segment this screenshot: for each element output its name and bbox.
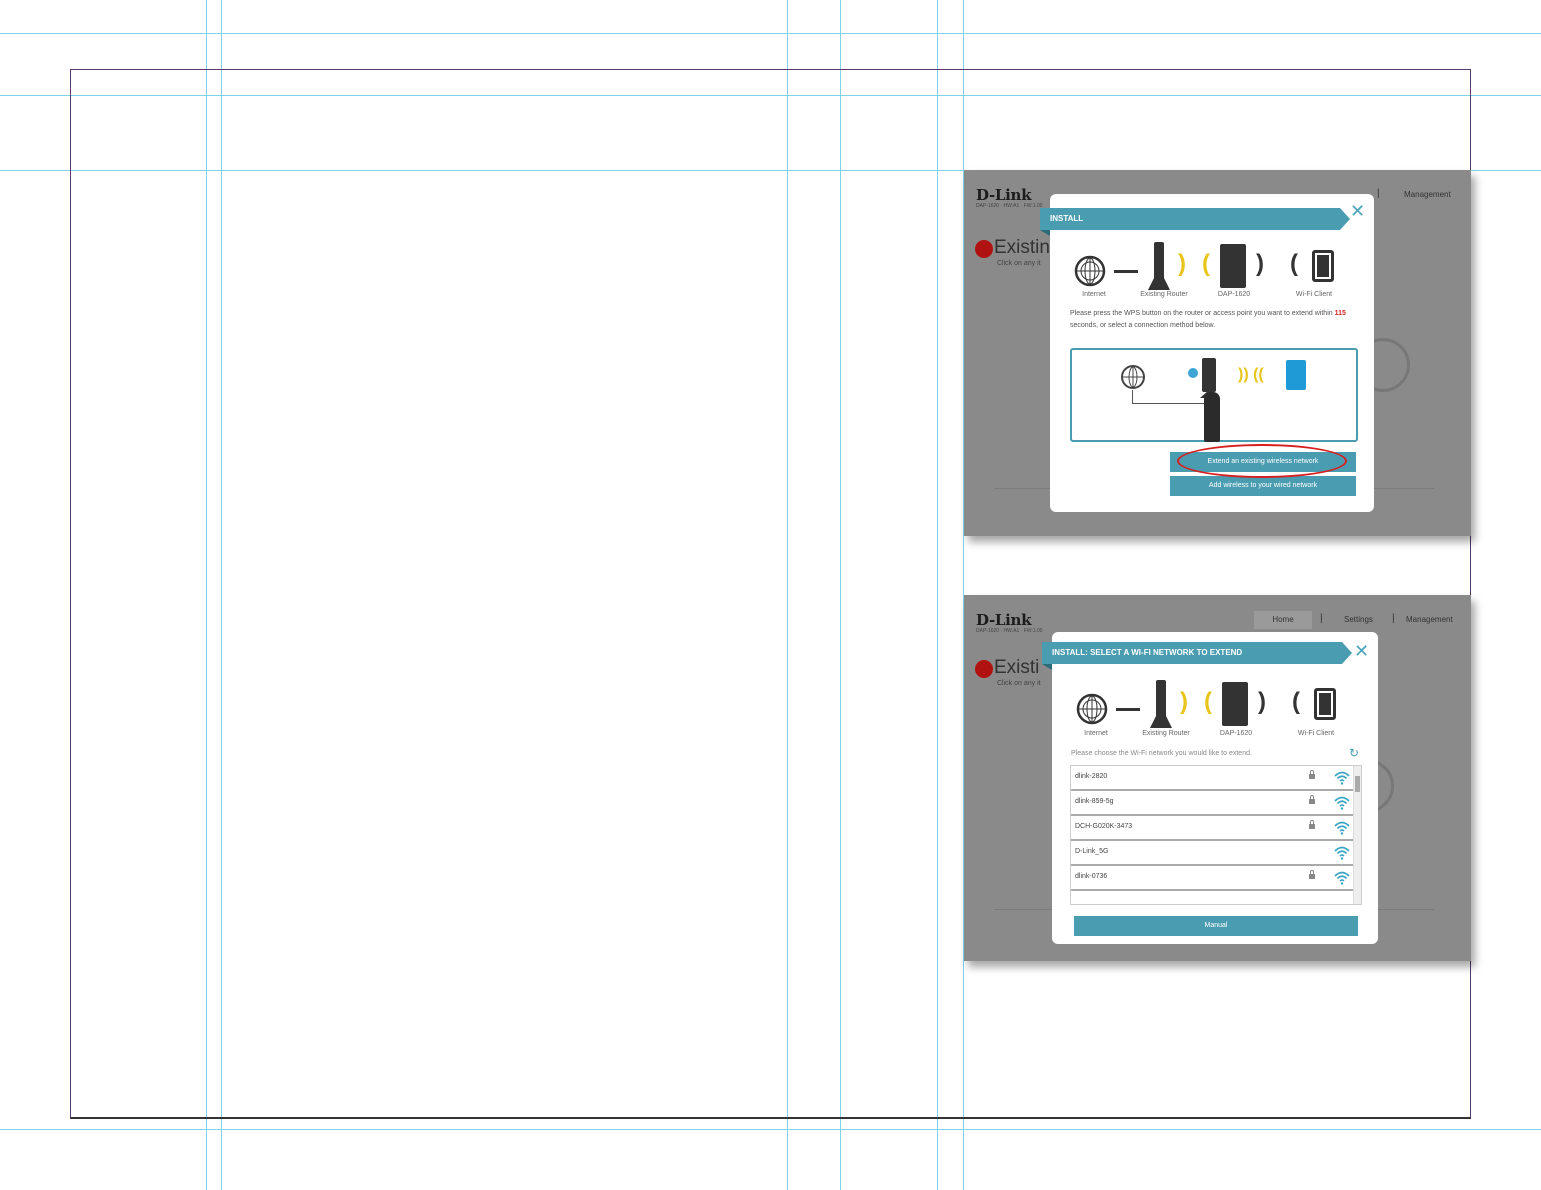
brand-logo: D-Link [976, 611, 1032, 629]
instruction-text: Please press the WPS button on the route… [1070, 310, 1335, 317]
network-name: DCH-G020K-3473 [1075, 823, 1133, 830]
hand-icon [1204, 392, 1220, 442]
diagram-label-extender: DAP-1620 [1217, 291, 1251, 298]
diagram-label-client: Wi-Fi Client [1297, 730, 1335, 737]
refresh-icon[interactable]: ↻ [1349, 746, 1359, 760]
screenshot-install: D-Link DAP-1620 · HW:A1 · FW:1.00 | Mana… [964, 170, 1471, 536]
diagram-label-internet: Internet [1084, 730, 1108, 737]
guide-line [0, 1129, 1541, 1130]
network-row[interactable]: dlink-2820 [1071, 766, 1361, 791]
diagram-label-router: Existing Router [1140, 291, 1188, 298]
bg-heading: Existi [994, 657, 1040, 678]
scrollbar[interactable] [1353, 766, 1361, 904]
wifi-signal-icon [1334, 870, 1350, 886]
brand-logo: D-Link [976, 186, 1032, 204]
router-icon [1150, 680, 1172, 728]
countdown-timer: 115 [1334, 310, 1346, 317]
wifi-signal-icon [1334, 770, 1350, 786]
wifi-signal-icon [1334, 845, 1350, 861]
bg-subtitle: Click on any it [997, 680, 1041, 687]
scroll-thumb[interactable] [1355, 776, 1360, 792]
extender-icon [1286, 360, 1306, 390]
signal-wave-icon: ( [1204, 688, 1212, 715]
manual-button[interactable]: Manual [1074, 916, 1358, 936]
status-dot [975, 240, 993, 258]
signal-wave-icon: ) [1178, 250, 1186, 277]
lock-icon [1309, 770, 1315, 779]
network-name: dlink-0736 [1075, 873, 1108, 880]
extender-icon [1222, 682, 1248, 726]
tablet-icon [1312, 250, 1334, 282]
bg-heading: Existin [994, 237, 1050, 258]
modal-title: INSTALL: SELECT A WI-FI NETWORK TO EXTEN… [1042, 642, 1352, 664]
network-row[interactable]: D-Link_5G [1071, 841, 1361, 866]
choose-network-text: Please choose the Wi-Fi network you woul… [1071, 750, 1252, 757]
signal-wave-icon: ) [1258, 688, 1266, 715]
extender-icon [1220, 244, 1246, 288]
diagram-label-router: Existing Router [1142, 730, 1190, 737]
screenshot-select-network: D-Link DAP-1620 · HW:A1 · FW:1.00 Home |… [964, 595, 1471, 961]
nav-management[interactable]: Management [1406, 615, 1453, 624]
modal-title: INSTALL [1040, 208, 1350, 230]
guide-line [0, 33, 1541, 34]
nav-settings[interactable]: Settings [1344, 615, 1373, 624]
wps-instructions: Please press the WPS button on the route… [1070, 308, 1356, 332]
network-name: dlink-2820 [1075, 773, 1108, 780]
network-row[interactable]: dlink-859-5g [1071, 791, 1361, 816]
nav-home[interactable]: Home [1254, 611, 1312, 629]
network-name: dlink-859-5g [1075, 798, 1114, 805]
router-icon [1202, 358, 1216, 392]
brand-subtitle: DAP-1620 · HW:A1 · FW:1.00 [976, 203, 1043, 209]
tablet-icon [1314, 688, 1336, 720]
signal-wave-icon: ) [1256, 250, 1264, 277]
cable-line [1132, 390, 1206, 404]
globe-icon [1121, 365, 1145, 389]
close-icon[interactable]: ✕ [1354, 642, 1369, 660]
manual-page: D-Link DAP-1620 · HW:A1 · FW:1.00 | Mana… [0, 0, 1541, 1190]
wps-illustration: )) (( [1070, 348, 1358, 442]
router-icon [1148, 242, 1170, 290]
bg-subtitle: Click on any it [997, 260, 1041, 267]
wifi-signal-icon [1334, 820, 1350, 836]
signal-wave-icon: ( [1290, 250, 1298, 277]
close-icon[interactable]: ✕ [1350, 202, 1365, 220]
nav-separator: | [1377, 188, 1380, 199]
diagram-label-extender: DAP-1620 [1219, 730, 1253, 737]
wired-link [1114, 270, 1138, 273]
diagram-label-client: Wi-Fi Client [1295, 291, 1333, 298]
wps-button-icon [1188, 368, 1198, 378]
lock-icon [1309, 820, 1315, 829]
banner-fold [1040, 230, 1050, 236]
globe-icon [1074, 255, 1106, 287]
network-list: dlink-2820 dlink-859-5g DCH-G020K-3473 D-Li… [1070, 765, 1362, 905]
network-row[interactable]: dlink-0736 [1071, 866, 1361, 891]
signal-wave-icon: ( [1292, 688, 1300, 715]
nav-management[interactable]: Management [1404, 190, 1451, 199]
highlight-oval [1177, 444, 1347, 478]
install-modal: INSTALL ✕ ) ( ) (Internet Existing Rout… [1040, 194, 1374, 512]
select-network-modal: INSTALL: SELECT A WI-FI NETWORK TO EXTEN… [1042, 632, 1378, 944]
nav-separator: | [1320, 613, 1323, 624]
signal-wave-icon: ( [1202, 250, 1210, 277]
signal-wave-icon: ) [1180, 688, 1188, 715]
diagram-label-internet: Internet [1082, 291, 1106, 298]
instruction-text: seconds, or select a connection method b… [1070, 322, 1216, 329]
globe-icon [1076, 693, 1108, 725]
nav-separator: | [1392, 613, 1395, 624]
wifi-signal-icon [1334, 795, 1350, 811]
status-dot [975, 660, 993, 678]
add-wireless-button[interactable]: Add wireless to your wired network [1170, 476, 1356, 496]
network-row[interactable]: DCH-G020K-3473 [1071, 816, 1361, 841]
signal-wave-icon: )) (( [1238, 366, 1264, 383]
brand-subtitle: DAP-1620 · HW:A1 · FW:1.00 [976, 628, 1043, 634]
lock-icon [1309, 870, 1315, 879]
network-name: D-Link_5G [1075, 848, 1109, 855]
banner-fold [1042, 664, 1052, 670]
wired-link [1116, 708, 1140, 711]
lock-icon [1309, 795, 1315, 804]
